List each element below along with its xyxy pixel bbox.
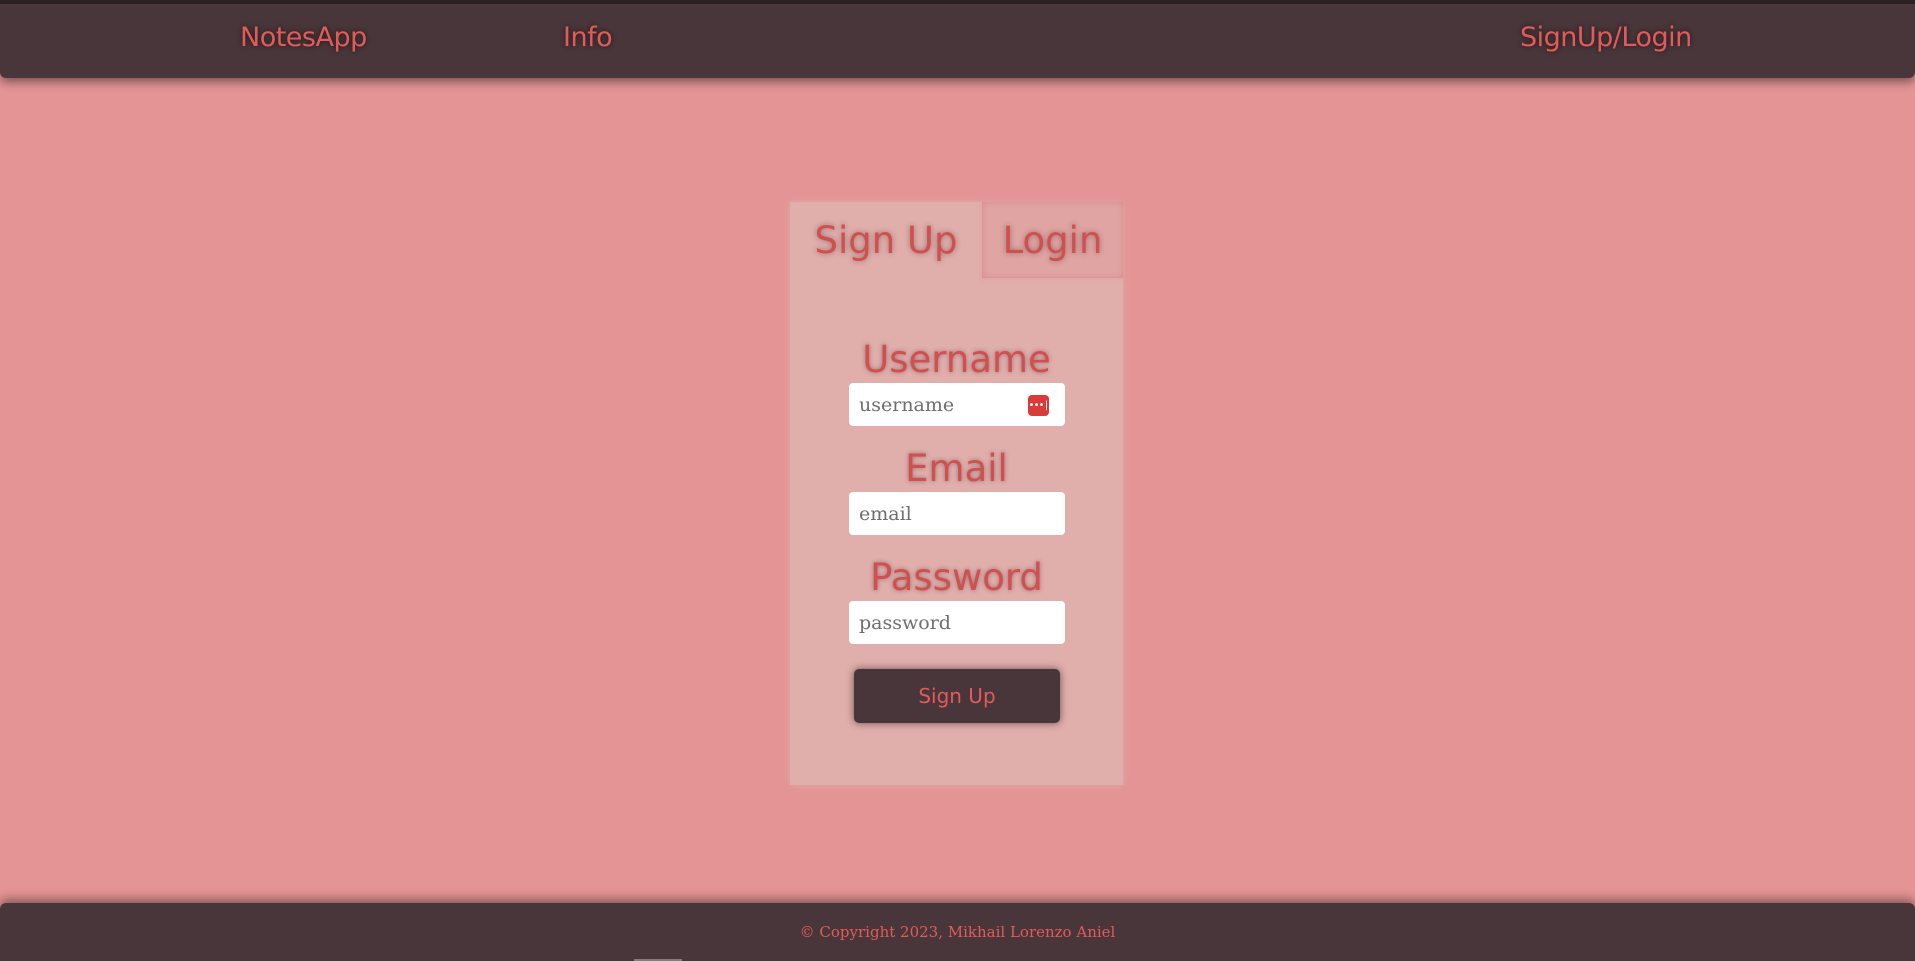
nav-brand-link[interactable]: NotesApp	[240, 22, 367, 53]
tab-sign-up[interactable]: Sign Up	[790, 202, 982, 278]
nav-info-link[interactable]: Info	[563, 22, 613, 53]
nav-signup-login-link[interactable]: SignUp/Login	[1520, 22, 1692, 53]
tab-login[interactable]: Login	[982, 202, 1123, 278]
username-label: Username	[862, 338, 1051, 381]
email-input[interactable]	[849, 492, 1065, 535]
password-manager-icon[interactable]: •••|	[1028, 395, 1050, 416]
password-input[interactable]	[849, 601, 1065, 644]
email-label: Email	[905, 447, 1008, 490]
auth-panel: Sign Up Login Username •••| Email Passwo…	[790, 202, 1123, 785]
sign-up-button[interactable]: Sign Up	[854, 669, 1060, 723]
copyright-text: © Copyright 2023, Mikhail Lorenzo Aniel	[799, 923, 1116, 941]
top-navigation-bar: NotesApp Info SignUp/Login	[0, 0, 1915, 78]
password-label: Password	[870, 556, 1043, 599]
footer: © Copyright 2023, Mikhail Lorenzo Aniel	[0, 903, 1915, 961]
